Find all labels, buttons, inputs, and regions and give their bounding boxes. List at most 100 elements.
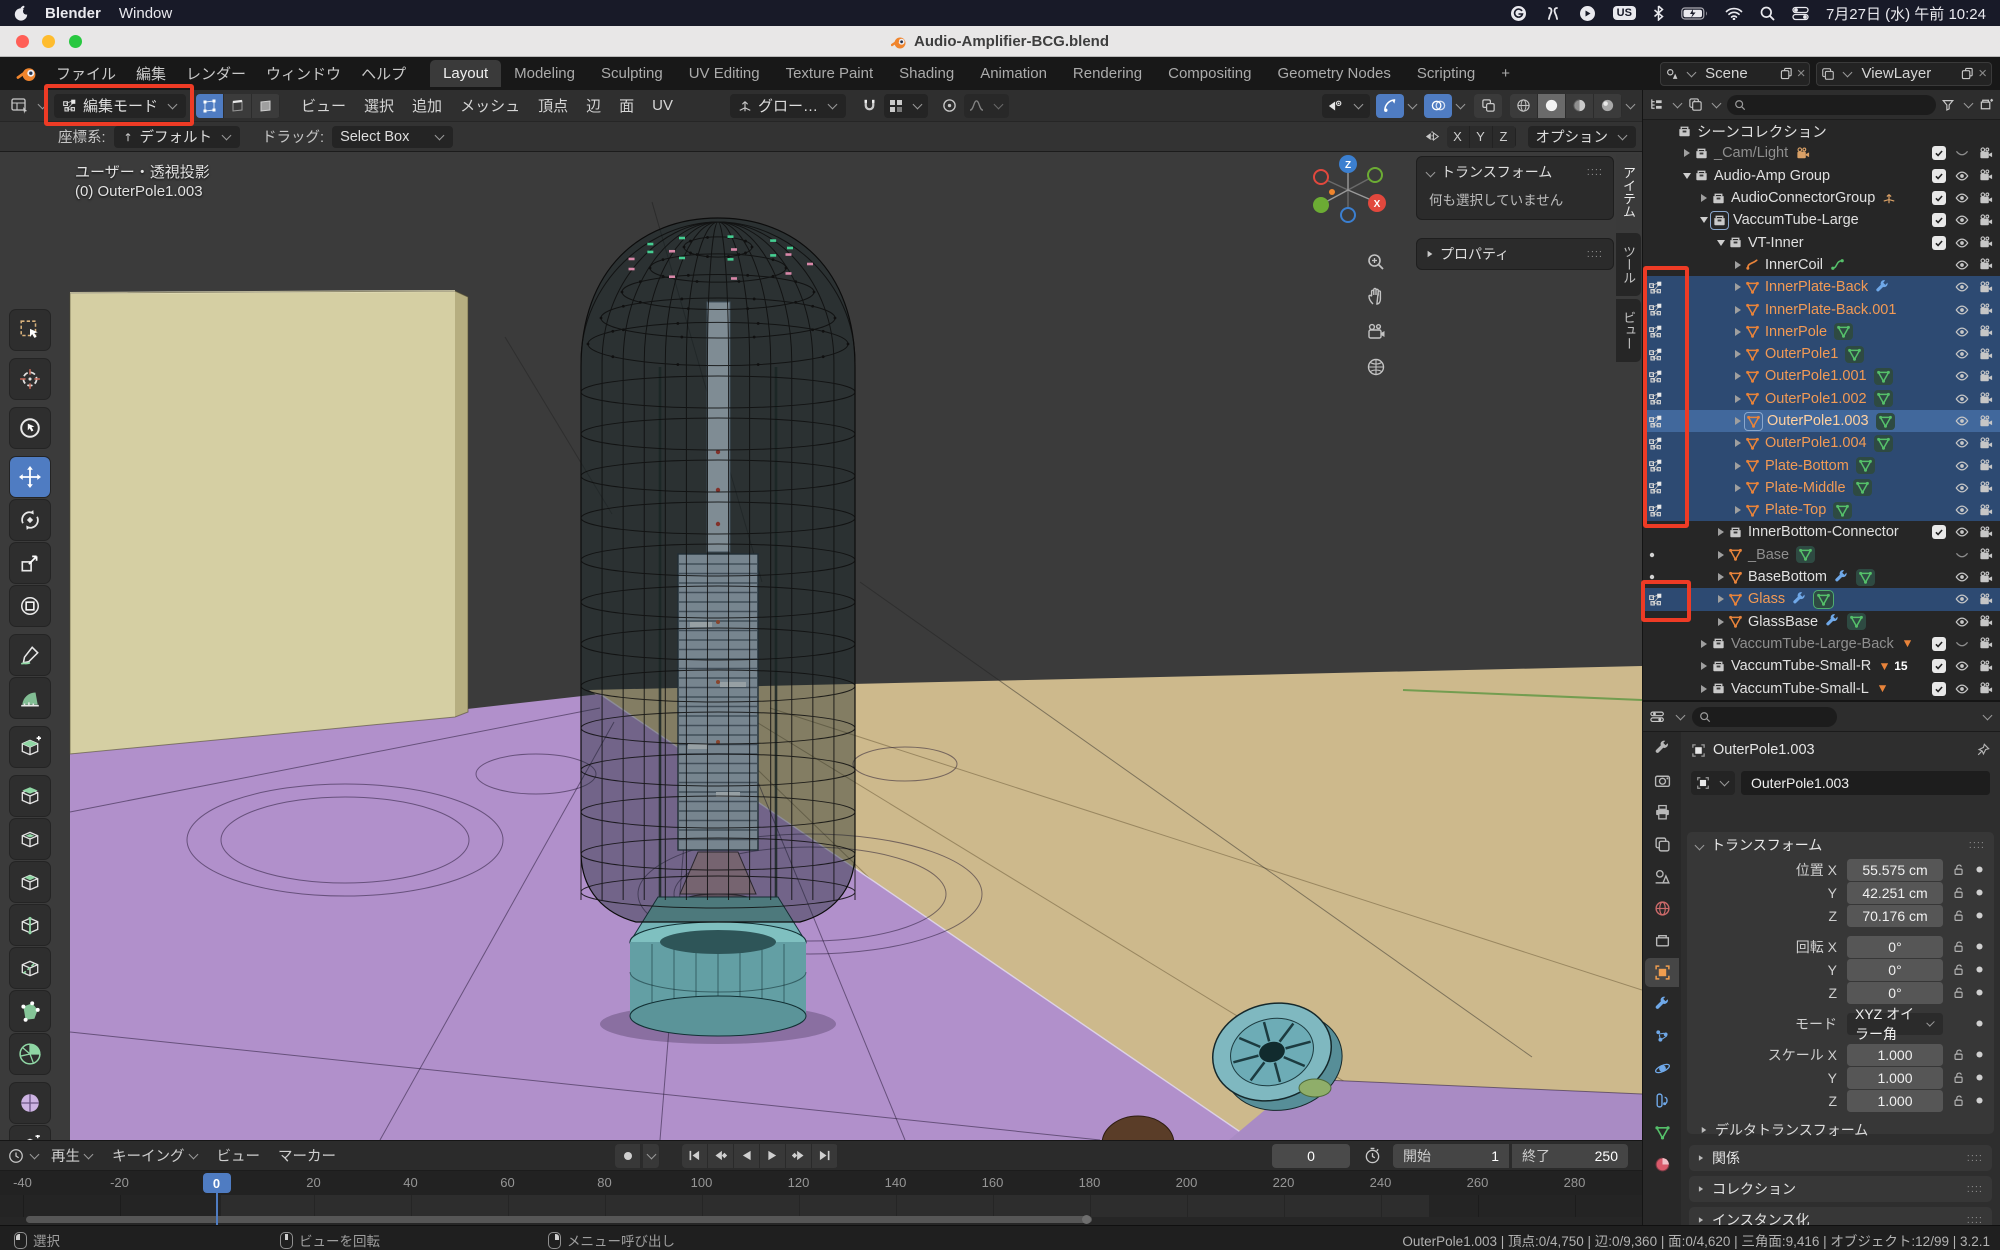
workspace-tab-rendering[interactable]: Rendering [1060, 60, 1155, 87]
copy-viewlayer-icon[interactable] [1961, 67, 1974, 80]
expand-arrow[interactable] [1731, 506, 1745, 514]
new-collection-icon[interactable] [1979, 97, 1994, 112]
viewport-menu-0[interactable]: ビュー [292, 95, 355, 116]
outliner-row-OuterPole1.004[interactable]: OuterPole1.004 [1643, 432, 2000, 454]
expand-arrow[interactable] [1714, 551, 1728, 559]
expand-arrow[interactable] [1714, 528, 1728, 536]
tool-rotate[interactable] [10, 500, 50, 540]
drag-mode-dropdown[interactable]: Select Box [332, 126, 453, 148]
panel-コレクション[interactable]: コレクション:::: [1689, 1176, 1992, 1202]
expand-arrow[interactable] [1731, 417, 1745, 425]
xray-toggle-button[interactable] [1474, 94, 1502, 118]
animate-dot[interactable] [1975, 1050, 1984, 1059]
transform-panel-header[interactable]: トランスフォーム :::: [1417, 157, 1613, 187]
outliner-row-シーンコレクション[interactable]: シーンコレクション [1643, 120, 2000, 142]
timeline-editor-icon[interactable] [8, 1148, 24, 1164]
mirror-x-button[interactable]: X [1447, 126, 1470, 148]
expand-arrow[interactable] [1731, 306, 1745, 314]
transform-value-field[interactable]: 0° [1847, 982, 1943, 1004]
disable-render-camera-icon[interactable] [1978, 280, 1994, 295]
expand-arrow[interactable] [1697, 194, 1711, 202]
hidden-eye-icon[interactable] [1954, 146, 1970, 160]
hide-eye-icon[interactable] [1954, 392, 1970, 406]
outliner-row-_Base[interactable]: _Base [1643, 544, 2000, 566]
hide-eye-icon[interactable] [1954, 615, 1970, 629]
disable-render-camera-icon[interactable] [1978, 257, 1994, 272]
properties-tab-constraints[interactable] [1645, 1086, 1679, 1115]
tool-edge-slide[interactable] [10, 1126, 50, 1140]
timeline-track[interactable] [0, 1195, 1642, 1217]
snap-settings-dropdown[interactable] [884, 94, 928, 118]
3d-viewport[interactable]: ユーザー・透視投影 (0) OuterPole1.003 Z X [0, 152, 1642, 1140]
control-center-icon[interactable] [1792, 5, 1809, 22]
disable-render-camera-icon[interactable] [1978, 570, 1994, 585]
next-keyframe-button[interactable] [786, 1144, 812, 1168]
show-overlays-button[interactable] [1424, 94, 1452, 118]
disable-render-camera-icon[interactable] [1978, 213, 1994, 228]
expand-arrow[interactable] [1731, 328, 1745, 336]
workspace-tab-layout[interactable]: Layout [430, 60, 501, 87]
outliner-row-InnerBottom-Connector[interactable]: InnerBottom-Connector [1643, 521, 2000, 543]
visibility-checkbox[interactable] [1932, 525, 1946, 539]
panel-drag-dots[interactable]: :::: [1587, 248, 1603, 260]
hide-eye-icon[interactable] [1954, 280, 1970, 294]
visibility-checkbox[interactable] [1932, 682, 1946, 696]
properties-tab-data[interactable] [1645, 1118, 1679, 1147]
toggle-grid-icon[interactable] [1362, 353, 1390, 381]
hide-eye-icon[interactable] [1954, 191, 1970, 205]
tool-loop-cut[interactable] [10, 905, 50, 945]
coord-system-dropdown[interactable]: デフォルト [114, 126, 241, 148]
expand-arrow[interactable] [1731, 484, 1745, 492]
animate-dot[interactable] [1975, 911, 1984, 920]
disable-render-camera-icon[interactable] [1978, 525, 1994, 540]
mirror-y-button[interactable]: Y [1470, 126, 1493, 148]
hide-eye-icon[interactable] [1954, 169, 1970, 183]
show-gizmo-button[interactable] [1376, 94, 1404, 118]
expand-arrow[interactable] [1731, 372, 1745, 380]
disable-render-camera-icon[interactable] [1978, 324, 1994, 339]
properties-search-input[interactable] [1692, 707, 1837, 727]
workspace-tab-animation[interactable]: Animation [967, 60, 1060, 87]
timeline-menu-2[interactable]: ビュー [208, 1145, 270, 1166]
hide-eye-icon[interactable] [1954, 481, 1970, 495]
outliner-search-input[interactable] [1727, 95, 1936, 115]
disable-render-camera-icon[interactable] [1978, 547, 1994, 562]
transform-value-field[interactable]: XYZ オイラー角 [1847, 1013, 1943, 1035]
outliner-row-Plate-Middle[interactable]: Plate-Middle [1643, 477, 2000, 499]
visibility-checkbox[interactable] [1932, 146, 1946, 160]
filter-icon[interactable] [1941, 98, 1955, 112]
lock-icon[interactable] [1949, 863, 1969, 877]
disable-render-camera-icon[interactable] [1978, 414, 1994, 429]
viewport-menu-2[interactable]: 追加 [403, 95, 451, 116]
tool-poly-build[interactable] [10, 991, 50, 1031]
hide-eye-icon[interactable] [1954, 659, 1970, 673]
outliner-row-AudioConnectorGroup[interactable]: AudioConnectorGroup [1643, 187, 2000, 209]
viewport-menu-5[interactable]: 辺 [577, 95, 610, 116]
delta-transform-label[interactable]: デルタトランスフォーム [1715, 1120, 1868, 1140]
disable-render-camera-icon[interactable] [1978, 302, 1994, 317]
play-button[interactable] [760, 1144, 786, 1168]
play-reverse-button[interactable] [734, 1144, 760, 1168]
topbar-menu-1[interactable]: 編集 [126, 59, 176, 88]
tool-measure[interactable] [10, 678, 50, 718]
topbar-menu-0[interactable]: ファイル [46, 59, 126, 88]
use-preview-range-icon[interactable] [1364, 1147, 1381, 1164]
disable-render-camera-icon[interactable] [1978, 347, 1994, 362]
properties-tab-render[interactable] [1645, 766, 1679, 795]
edge-select-button[interactable] [224, 94, 252, 118]
tool-annotate[interactable] [10, 635, 50, 675]
jump-to-end-button[interactable] [812, 1144, 838, 1168]
lock-icon[interactable] [1949, 1048, 1969, 1062]
hide-eye-icon[interactable] [1954, 414, 1970, 428]
current-frame-field[interactable]: 0 [1272, 1144, 1350, 1168]
properties-tab-modifiers[interactable] [1645, 990, 1679, 1019]
viewport-menu-1[interactable]: 選択 [355, 95, 403, 116]
disable-render-camera-icon[interactable] [1978, 146, 1994, 161]
keying-set-chevron[interactable] [643, 1144, 660, 1168]
remove-viewlayer-icon[interactable]: × [1978, 65, 1987, 82]
disable-render-camera-icon[interactable] [1978, 191, 1994, 206]
workspace-tab-compositing[interactable]: Compositing [1155, 60, 1264, 87]
topbar-menu-4[interactable]: ヘルプ [351, 59, 416, 88]
zoom-view-icon[interactable] [1362, 248, 1390, 276]
disable-render-camera-icon[interactable] [1978, 168, 1994, 183]
